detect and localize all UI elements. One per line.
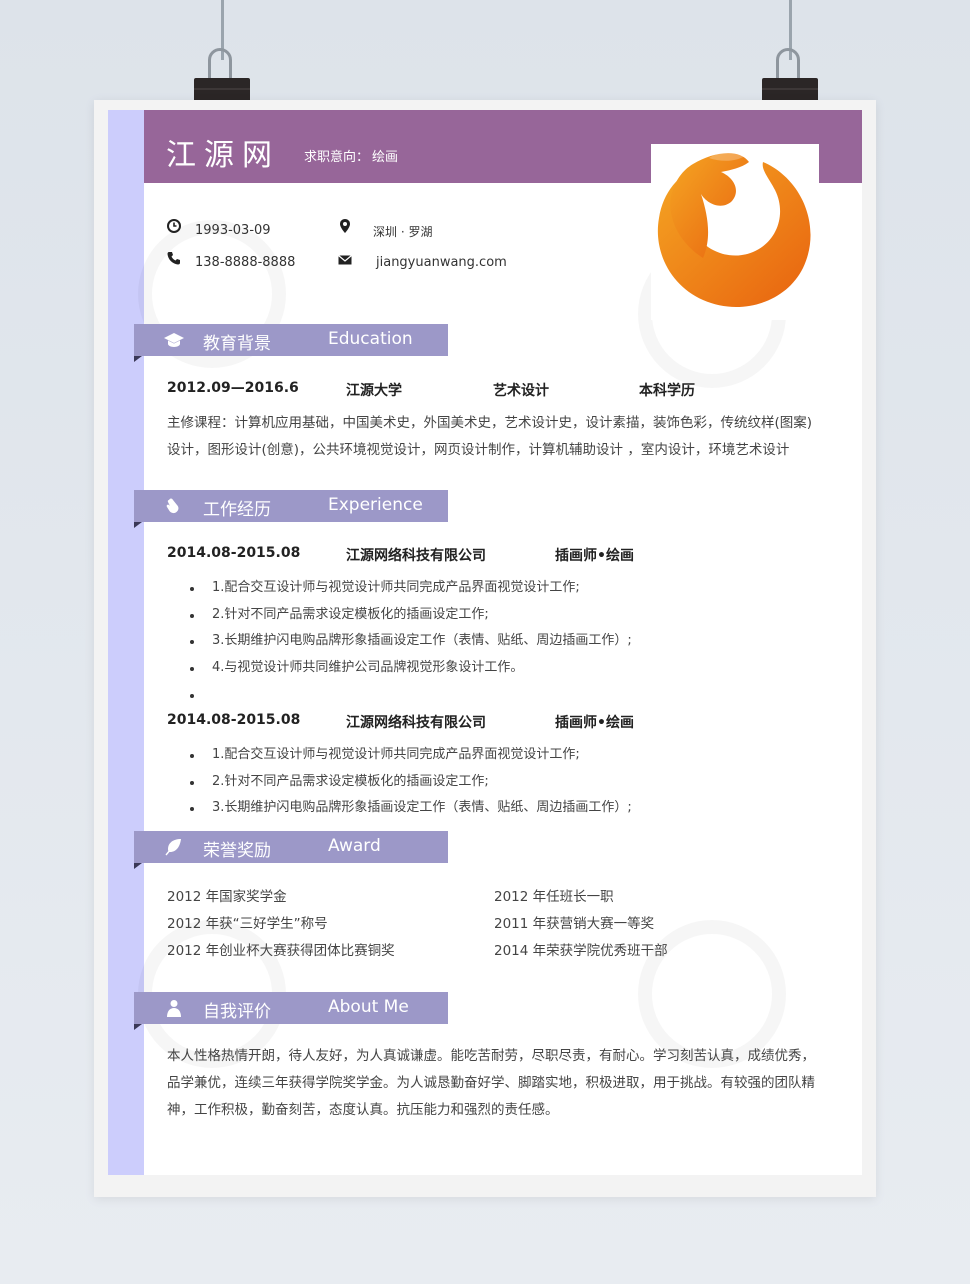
list-item: 2.针对不同产品需求设定模板化的插画设定工作; (167, 602, 632, 629)
job-role: 插画师•绘画 (555, 548, 634, 564)
list-item: 1.配合交互设计师与视觉设计师共同完成产品界面视觉设计工作; (167, 742, 632, 769)
section-title-zh: 自我评价 (203, 1002, 271, 1022)
education-courses: 主修课程：计算机应用基础，中国美术史，外国美术史，艺术设计史，设计素描，装饰色彩… (167, 415, 813, 458)
section-title-en: Experience (328, 495, 423, 515)
section-title-en: Education (328, 329, 413, 349)
section-header-education: 教育背景 Education (134, 324, 448, 362)
section-title-zh: 荣誉奖励 (203, 841, 271, 861)
section-header-experience: 工作经历 Experience (134, 490, 448, 528)
education-school: 江源大学 (346, 383, 402, 399)
ribbon-fold (134, 1024, 142, 1030)
section-header-about: 自我评价 About Me (134, 992, 448, 1030)
job-period: 2014.08-2015.08 (167, 712, 301, 728)
list-item: 4.与视觉设计师共同维护公司品牌视觉形象设计工作。 (167, 655, 632, 682)
award-item: 2014 年荣获学院优秀班干部 (494, 943, 668, 959)
ribbon-fold (134, 356, 142, 362)
job-duties-list: 1.配合交互设计师与视觉设计师共同完成产品界面视觉设计工作; 2.针对不同产品需… (167, 742, 632, 822)
section-header-award: 荣誉奖励 Award (134, 831, 448, 869)
award-item: 2012 年任班长一职 (494, 889, 614, 905)
job-intent-label: 求职意向： (304, 150, 370, 165)
award-item: 2012 年创业杯大赛获得团体比赛铜奖 (167, 943, 395, 959)
mail-icon (338, 255, 352, 265)
ribbon-fold (134, 863, 142, 869)
education-period: 2012.09—2016.6 (167, 380, 299, 396)
award-list-left: 2012 年国家奖学金 2012 年获“三好学生”称号 2012 年创业杯大赛获… (167, 884, 395, 965)
list-item: 2.针对不同产品需求设定模板化的插画设定工作; (167, 769, 632, 796)
list-item (167, 682, 632, 709)
candidate-name: 江源网 (166, 138, 280, 173)
person-icon (167, 1000, 181, 1017)
hand-icon (166, 498, 179, 514)
education-major: 艺术设计 (493, 383, 549, 399)
award-item: 2012 年国家奖学金 (167, 889, 287, 905)
graduation-cap-icon (164, 333, 184, 347)
section-title-zh: 教育背景 (203, 334, 271, 354)
self-evaluation: 本人性格热情开朗，待人友好，为人真诚谦虚。能吃苦耐劳，尽职尽责，有耐心。学习刻苦… (167, 1048, 815, 1118)
list-item: 1.配合交互设计师与视觉设计师共同完成产品界面视觉设计工作; (167, 575, 632, 602)
job-company: 江源网络科技有限公司 (346, 548, 486, 564)
phone-number: 138-8888-8888 (195, 255, 296, 270)
job-company: 江源网络科技有限公司 (346, 715, 486, 731)
section-title-en: Award (328, 836, 381, 856)
email: jiangyuanwang.com (376, 255, 507, 270)
list-item: 3.长期维护闪电购品牌形象插画设定工作（表情、贴纸、周边插画工作）; (167, 628, 632, 655)
section-title-en: About Me (328, 997, 409, 1017)
location-pin-icon (340, 219, 350, 233)
section-title-zh: 工作经历 (203, 500, 271, 520)
list-item: 3.长期维护闪电购品牌形象插画设定工作（表情、贴纸、周边插画工作）; (167, 795, 632, 822)
job-duties-list: 1.配合交互设计师与视觉设计师共同完成产品界面视觉设计工作; 2.针对不同产品需… (167, 575, 632, 708)
logo-icon (657, 151, 811, 307)
award-item: 2012 年获“三好学生”称号 (167, 916, 328, 932)
phone-icon (167, 252, 180, 265)
leaf-icon (165, 839, 181, 856)
ribbon-fold (134, 522, 142, 528)
profile-photo (651, 144, 819, 320)
job-intent-value: 绘画 (372, 150, 399, 165)
job-role: 插画师•绘画 (555, 715, 634, 731)
clock-icon (167, 219, 181, 233)
award-item: 2011 年获营销大赛一等奖 (494, 916, 655, 932)
location: 深圳 · 罗湖 (373, 225, 433, 239)
birthday: 1993-03-09 (195, 223, 271, 238)
resume-sheet: 江源网 求职意向： 绘画 1993-03-09 138-8888-8888 深圳… (108, 110, 862, 1175)
job-period: 2014.08-2015.08 (167, 545, 301, 561)
award-list-right: 2012 年任班长一职 2011 年获营销大赛一等奖 2014 年荣获学院优秀班… (494, 884, 668, 965)
education-degree: 本科学历 (639, 383, 695, 399)
